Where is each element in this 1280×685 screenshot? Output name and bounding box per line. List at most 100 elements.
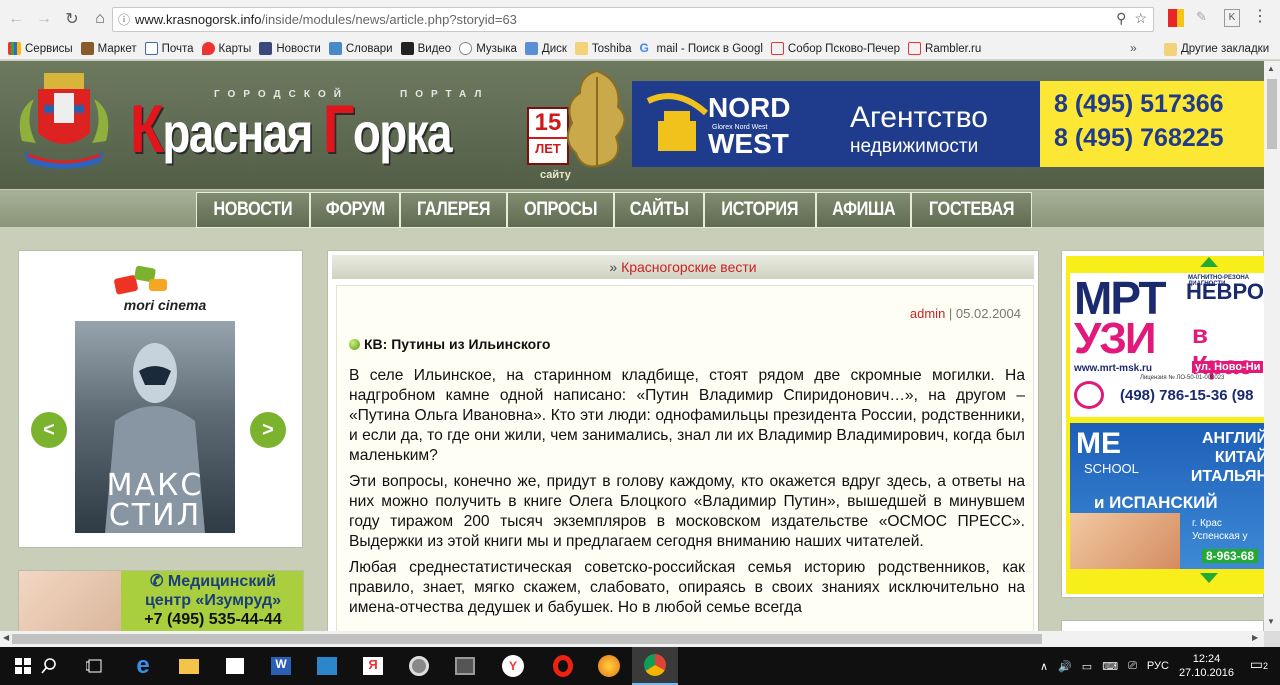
carousel-prev-button[interactable]: < — [31, 412, 67, 448]
scroll-up-icon[interactable]: ▲ — [1267, 64, 1275, 73]
zoom-icon[interactable]: ⚲ — [1116, 10, 1126, 27]
scroll-down-icon[interactable]: ▼ — [1267, 617, 1275, 626]
film-icon — [114, 265, 167, 295]
article-paragraph: Любая среднестатистическая советско-росс… — [349, 559, 1025, 616]
task-view-icon[interactable] — [72, 647, 118, 685]
info-icon[interactable]: ⓘ — [113, 11, 135, 28]
opera-icon[interactable] — [540, 647, 586, 685]
bookmark-mail[interactable]: Почта — [144, 42, 194, 55]
main-menu: НОВОСТИ ФОРУМ ГАЛЕРЕЯ ОПРОСЫ САЙТЫ ИСТОР… — [196, 192, 1033, 228]
scroll-left-icon[interactable]: ◀ — [3, 633, 9, 642]
bookmark-services[interactable]: Сервисы — [8, 42, 73, 55]
search-icon[interactable] — [26, 647, 72, 685]
vertical-scrollbar[interactable]: ▲ ▼ — [1264, 61, 1280, 631]
yandex-icon — [908, 42, 922, 55]
scrollbar-thumb[interactable] — [1267, 79, 1277, 149]
bookmark-maps[interactable]: Карты — [201, 42, 251, 55]
main-menu-bar: НОВОСТИ ФОРУМ ГАЛЕРЕЯ ОПРОСЫ САЙТЫ ИСТОР… — [0, 189, 1264, 228]
dictionary-icon — [328, 42, 342, 55]
chrome-icon[interactable] — [632, 647, 678, 685]
bookmark-rambler[interactable]: Rambler.ru — [908, 42, 981, 55]
extension-pen-icon[interactable]: ✎ — [1196, 9, 1212, 27]
yandex-icon[interactable]: Y — [490, 647, 536, 685]
mrt-ad[interactable]: МРТ УЗИ МАГНИТНО-РЕЗОНА ДИАГНОСТИ НЕВРО … — [1070, 273, 1264, 417]
forward-icon[interactable]: → — [32, 7, 56, 31]
menu-item-polls[interactable]: ОПРОСЫ — [508, 193, 614, 227]
tray-expand-icon[interactable]: ∧ — [1040, 660, 1048, 673]
bookmark-news[interactable]: Новости — [259, 42, 321, 55]
windows-taskbar: e W Я Y ∧ 🔊 ▭ ⌨ ⎚ РУС 12:24 27.10.2016 ▭… — [0, 647, 1280, 685]
reload-icon[interactable]: ↻ — [60, 7, 84, 31]
menu-item-forum[interactable]: ФОРУМ — [310, 193, 400, 227]
store-icon[interactable] — [212, 647, 258, 685]
battery-icon[interactable]: ▭ — [1082, 660, 1092, 673]
bookmark-toshiba[interactable]: Toshiba — [574, 42, 632, 55]
bookmark-google-mail[interactable]: Gmail - Поиск в Googl — [640, 42, 763, 55]
media-player-icon[interactable] — [304, 647, 350, 685]
extension-flag-icon[interactable] — [1168, 9, 1184, 27]
menu-item-poster[interactable]: АФИША — [816, 193, 911, 227]
other-bookmarks[interactable]: Другие закладки — [1160, 38, 1274, 59]
menu-item-news[interactable]: НОВОСТИ — [197, 193, 309, 227]
app-grid-icon[interactable] — [442, 647, 488, 685]
menu-item-sites[interactable]: САЙТЫ — [615, 193, 704, 227]
ads-up-arrow-icon[interactable] — [1200, 257, 1218, 267]
site-logo[interactable]: Красная Горка — [130, 95, 453, 163]
horizontal-scrollbar[interactable]: ◀ ▶ — [0, 631, 1264, 647]
firefox-icon[interactable] — [586, 647, 632, 685]
carousel-next-button[interactable]: > — [250, 412, 286, 448]
breadcrumb-link[interactable]: Красногорские вести — [621, 259, 757, 275]
clinic-logo-icon — [1074, 381, 1104, 409]
coat-of-arms-icon — [19, 73, 109, 169]
back-icon[interactable]: ← — [4, 7, 28, 31]
extension-k-icon[interactable]: K — [1224, 9, 1240, 27]
cinema-widget: mori cinema МАКС СТИЛ < > — [18, 250, 303, 548]
bookmark-dictionaries[interactable]: Словари — [328, 42, 393, 55]
app-circle-icon[interactable] — [396, 647, 442, 685]
notifications-icon[interactable]: ▭2 — [1250, 656, 1268, 673]
movie-poster[interactable]: МАКС СТИЛ — [75, 321, 235, 533]
language-indicator[interactable]: РУС — [1147, 660, 1169, 672]
yandex-browser-icon[interactable]: Я — [350, 647, 396, 685]
menu-item-guestbook[interactable]: ГОСТЕВАЯ — [912, 193, 1032, 227]
izumrud-info: ✆ Медицинский центр «Изумруд» +7 (495) 5… — [121, 571, 303, 631]
banner-agency: Агентство — [850, 101, 988, 134]
music-icon — [459, 42, 473, 55]
kids-photo — [1070, 513, 1180, 569]
keyboard-icon[interactable]: ⌨ — [1102, 660, 1118, 673]
article-body: admin | 05.02.2004 КВ: Путины из Ильинск… — [336, 285, 1034, 631]
scrollbar-thumb[interactable] — [12, 634, 1042, 644]
article-text: В селе Ильинское, на старинном кладбище,… — [349, 366, 1025, 624]
volume-icon[interactable]: 🔊 — [1058, 660, 1072, 673]
bookmark-disk[interactable]: Диск — [524, 42, 567, 55]
bookmarks-more-button[interactable]: » — [1130, 41, 1137, 55]
folder-icon — [1164, 42, 1177, 56]
scroll-right-icon[interactable]: ▶ — [1252, 633, 1258, 642]
network-icon[interactable]: ⎚ — [1128, 660, 1137, 673]
video-icon — [400, 42, 414, 55]
url-text: www.krasnogorsk.info/inside/modules/news… — [135, 12, 517, 27]
clock[interactable]: 12:24 27.10.2016 — [1179, 652, 1234, 680]
word-icon[interactable]: W — [258, 647, 304, 685]
bookmark-video[interactable]: Видео — [400, 42, 451, 55]
article-author[interactable]: admin — [910, 306, 945, 321]
banner-phones: 8 (495) 517366 8 (495) 768225 — [1040, 81, 1264, 167]
star-icon[interactable]: ☆ — [1134, 10, 1147, 27]
castle-icon — [646, 93, 709, 151]
bookmark-music[interactable]: Музыка — [459, 42, 517, 55]
home-icon[interactable]: ⌂ — [88, 7, 112, 31]
file-explorer-icon[interactable] — [166, 647, 212, 685]
mori-cinema-logo[interactable]: mori cinema — [105, 263, 225, 313]
menu-icon[interactable]: ⋮ — [1252, 9, 1268, 27]
me-school-ad[interactable]: ME SCHOOL АНГЛИЙ КИТАЙ ИТАЛЬЯН и ИСПАНСК… — [1070, 423, 1264, 569]
menu-item-history[interactable]: ИСТОРИЯ — [705, 193, 815, 227]
menu-item-gallery[interactable]: ГАЛЕРЕЯ — [401, 193, 507, 227]
article-paragraph: Эти вопросы, конечно же, придут в голову… — [349, 473, 1025, 550]
nordwest-banner[interactable]: NORD Glorex Nord West WEST Агентство нед… — [632, 81, 1264, 167]
izumrud-ad[interactable]: ✆ Медицинский центр «Изумруд» +7 (495) 5… — [18, 570, 304, 631]
ads-down-arrow-icon[interactable] — [1200, 573, 1218, 583]
bookmark-sobor[interactable]: Собор Псково-Печер — [770, 42, 900, 55]
url-input[interactable]: ⓘ www.krasnogorsk.info/inside/modules/ne… — [112, 7, 1154, 32]
edge-icon[interactable]: e — [120, 647, 166, 685]
bookmark-market[interactable]: Маркет — [80, 42, 137, 55]
